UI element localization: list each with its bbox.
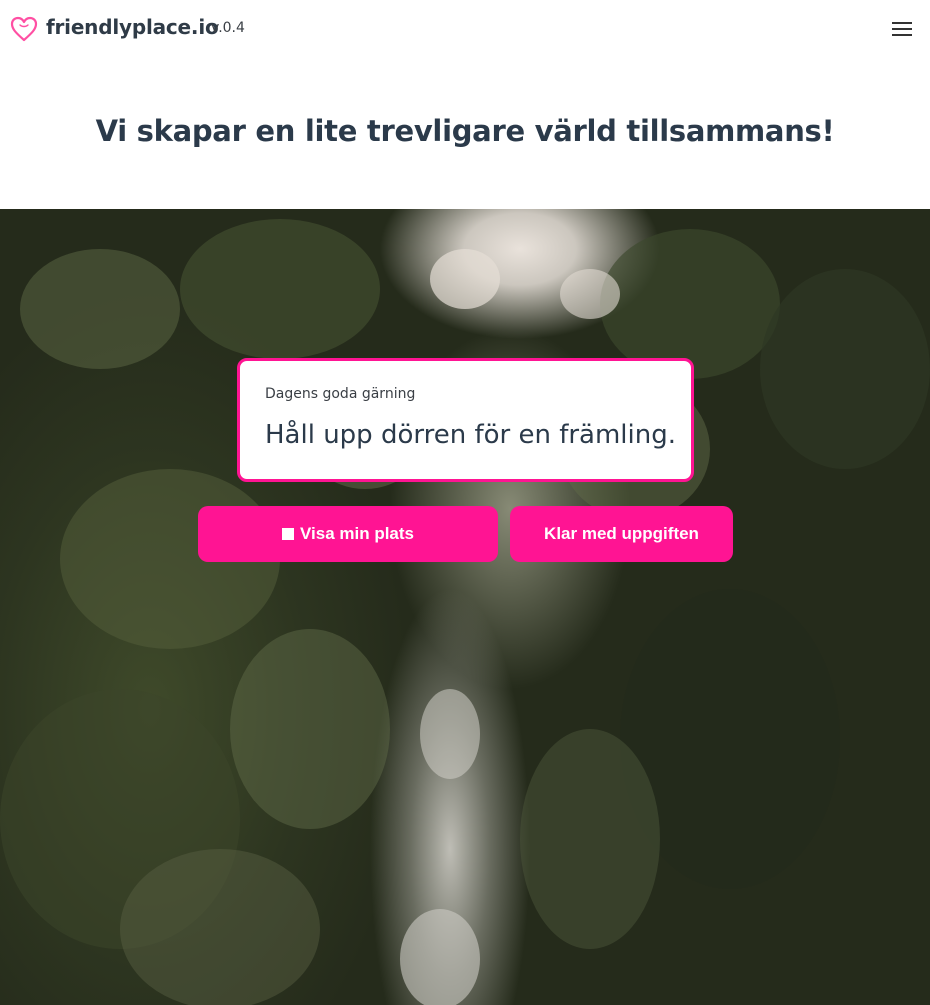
hero-forest-background bbox=[0, 209, 930, 1005]
show-location-label: Visa min plats bbox=[299, 524, 414, 543]
top-bar: friendlyplace.io v.0.4 bbox=[0, 0, 930, 58]
daily-deed-label: Dagens goda gärning bbox=[265, 386, 416, 402]
daily-deed-text: Håll upp dörren för en främling. bbox=[265, 420, 676, 450]
stop-square-icon bbox=[281, 528, 294, 540]
page: friendlyplace.io v.0.4 Vi skapar en lite… bbox=[0, 0, 930, 1005]
show-location-button[interactable]: Visa min plats bbox=[198, 506, 498, 562]
task-done-label: Klar med uppgiften bbox=[544, 524, 699, 543]
daily-deed-card: Dagens goda gärning Håll upp dörren för … bbox=[237, 358, 694, 482]
page-headline: Vi skapar en lite trevligare värld tills… bbox=[95, 114, 835, 148]
task-done-button[interactable]: Klar med uppgiften bbox=[510, 506, 733, 562]
version-label: v.0.4 bbox=[211, 20, 245, 36]
heart-logo-icon bbox=[10, 16, 38, 42]
brand-name-link[interactable]: friendlyplace.io bbox=[46, 15, 219, 39]
hamburger-menu-icon[interactable] bbox=[888, 18, 916, 40]
